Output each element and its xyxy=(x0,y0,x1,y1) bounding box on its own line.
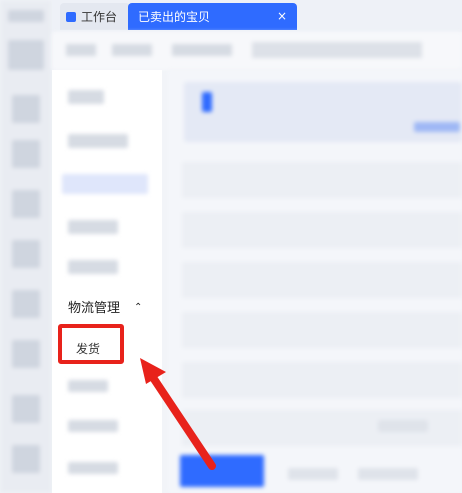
tab-bar: 工作台 已卖出的宝贝 × xyxy=(52,0,462,32)
left-nav-rail xyxy=(0,0,52,493)
menu-section-label: 物流管理 xyxy=(68,301,121,316)
main-content-blurred xyxy=(168,70,462,493)
chevron-up-icon: ⌃ xyxy=(134,302,143,313)
home-icon xyxy=(66,11,76,22)
primary-button-blurred xyxy=(180,455,264,487)
menu-section-logistics[interactable]: 物流管理 ⌃ xyxy=(68,297,142,316)
tab-sold-items-label: 已卖出的宝贝 xyxy=(138,10,211,24)
side-menu xyxy=(52,70,162,493)
close-icon[interactable]: × xyxy=(277,9,287,23)
tab-workbench[interactable]: 工作台 xyxy=(60,3,130,30)
toolbar-blurred xyxy=(52,32,462,70)
tab-workbench-label: 工作台 xyxy=(81,10,118,24)
highlight-box xyxy=(58,324,124,364)
tab-sold-items[interactable]: 已卖出的宝贝 × xyxy=(128,3,297,30)
